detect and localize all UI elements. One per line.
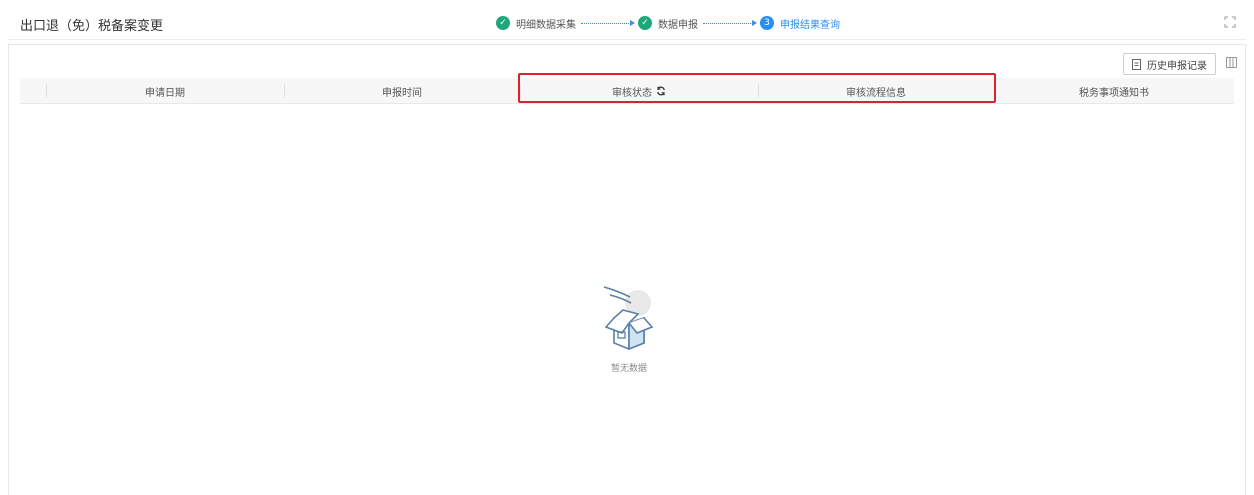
column-header-apply-date[interactable]: 申请日期 <box>46 78 284 104</box>
history-records-button[interactable]: 历史申报记录 <box>1123 53 1216 75</box>
step-label: 申报结果查询 <box>780 19 840 31</box>
step-label: 数据申报 <box>658 19 698 31</box>
column-settings-icon[interactable] <box>1226 57 1237 68</box>
empty-state-text: 暂无数据 <box>610 364 647 374</box>
step-arrow <box>581 19 635 26</box>
document-icon <box>1132 58 1141 70</box>
step-data-declaration[interactable]: ✓ 数据申报 <box>638 16 698 31</box>
step-label: 明细数据采集 <box>516 19 576 31</box>
step-detail-collection[interactable]: ✓ 明细数据采集 <box>496 16 576 31</box>
empty-state: 暂无数据 <box>584 281 674 374</box>
step-arrow <box>703 19 757 26</box>
step-indicator: ✓ 明细数据采集 ✓ 数据申报 3 申报结果查询 <box>496 15 840 31</box>
step-result-query[interactable]: 3 申报结果查询 <box>760 16 840 31</box>
step-number-badge: 3 <box>760 16 774 30</box>
page-title: 出口退（免）税备案变更 <box>20 19 164 34</box>
column-header-declare-time[interactable]: 申报时间 <box>284 78 520 104</box>
column-header-tax-notice[interactable]: 税务事项通知书 <box>994 78 1234 104</box>
page-header: 出口退（免）税备案变更 ✓ 明细数据采集 ✓ 数据申报 3 申报结果查询 <box>8 6 1246 40</box>
main-content: 历史申报记录 申请日期 申报时间 审核状态 审核流程信息 税务事项通知书 暂无数… <box>8 44 1246 495</box>
empty-box-icon <box>603 286 654 351</box>
fullscreen-icon[interactable] <box>1224 16 1236 28</box>
highlight-box <box>518 73 996 103</box>
check-circle-icon: ✓ <box>496 16 510 30</box>
history-button-label: 历史申报记录 <box>1147 60 1207 72</box>
table-header-checkbox-cell <box>20 78 46 104</box>
check-circle-icon: ✓ <box>638 16 652 30</box>
